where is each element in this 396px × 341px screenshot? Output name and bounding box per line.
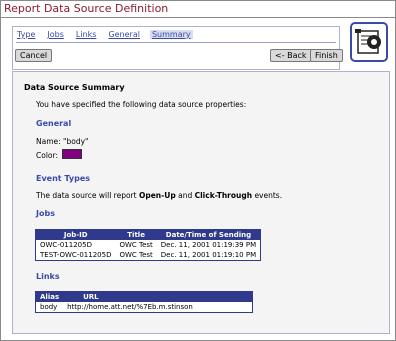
finish-button[interactable]: Finish (310, 49, 343, 62)
wizard-tabs: Type Jobs Links General Summary (17, 30, 205, 39)
name-line: Name: "body" (36, 137, 89, 146)
links-table: Alias URL body http://home.att.net/%7Eb.… (35, 291, 253, 313)
tab-links[interactable]: Links (76, 30, 97, 39)
job-date-cell: Dec. 11, 2001 01:19:39 PM (160, 241, 257, 249)
event-text-and: and (175, 191, 195, 200)
summary-intro: You have specified the following data so… (36, 100, 247, 109)
event-types-text: The data source will report Open-Up and … (36, 191, 282, 200)
links-col-alias: Alias (35, 291, 64, 302)
jobs-col-title: Title (115, 229, 157, 240)
table-row: body http://home.att.net/%7Eb.m.stinson (36, 302, 253, 312)
cancel-button[interactable]: Cancel (15, 49, 53, 62)
tab-general[interactable]: General (108, 30, 140, 39)
tab-underline (16, 42, 336, 43)
job-id-cell: TEST-OWC-011205D (40, 250, 112, 259)
jobs-col-date: Date/Time of Sending (156, 229, 261, 240)
tab-summary[interactable]: Summary (149, 30, 193, 39)
event-text-pre: The data source will report (36, 191, 139, 200)
event-types-heading: Event Types (36, 174, 91, 183)
jobs-heading: Jobs (36, 209, 55, 218)
tab-jobs[interactable]: Jobs (47, 30, 64, 39)
event-open-up: Open-Up (138, 191, 176, 200)
link-alias-cell: body (40, 302, 58, 311)
link-url-cell: http://home.att.net/%7Eb.m.stinson (67, 302, 193, 311)
summary-heading: Data Source Summary (24, 83, 125, 92)
links-header-row: Alias URL (35, 291, 253, 302)
links-heading: Links (36, 272, 60, 281)
job-title-cell: OWC Test (119, 241, 153, 249)
job-id-cell: OWC-011205D (40, 241, 92, 249)
tab-type[interactable]: Type (17, 30, 35, 39)
jobs-col-jobid: Job-ID (35, 229, 116, 240)
color-label: Color: (36, 151, 58, 160)
back-button[interactable]: <- Back (270, 49, 312, 62)
jobs-header-row: Job-ID Title Date/Time of Sending (35, 229, 261, 240)
links-col-url: URL (63, 291, 253, 302)
table-row: OWC-011205D OWC Test Dec. 11, 2001 01:19… (36, 240, 261, 250)
page-title: Report Data Source Definition (4, 2, 169, 15)
job-title-cell: OWC Test (119, 250, 153, 259)
job-date-cell: Dec. 11, 2001 01:19:10 PM (160, 250, 257, 259)
jobs-table: Job-ID Title Date/Time of Sending OWC-01… (35, 229, 262, 261)
event-text-post: events. (252, 191, 283, 200)
color-swatch (62, 149, 82, 159)
form-help-icon[interactable] (350, 22, 388, 62)
table-row: TEST-OWC-011205D OWC Test Dec. 11, 2001 … (36, 250, 261, 260)
event-click-through: Click-Through (194, 191, 253, 200)
title-divider (0, 17, 396, 18)
general-heading: General (36, 119, 72, 128)
